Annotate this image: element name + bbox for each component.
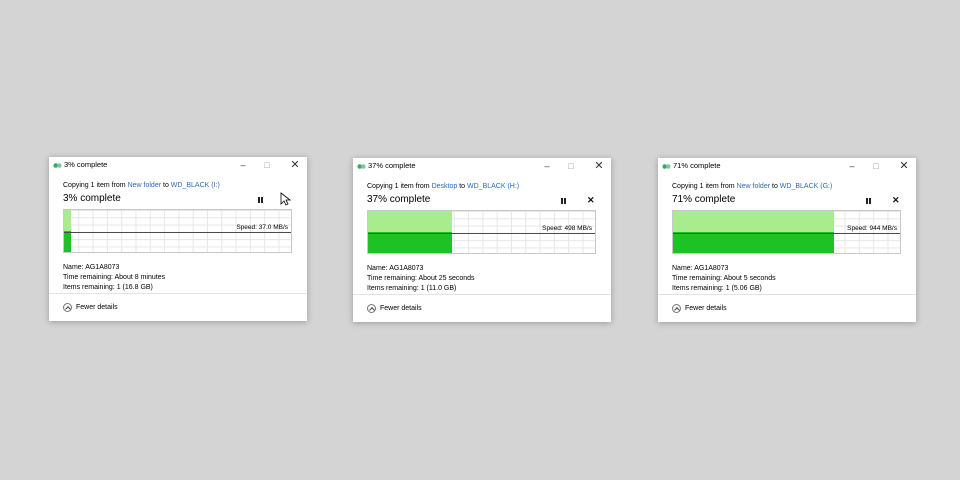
speed-line	[64, 232, 291, 233]
fewer-details-button[interactable]: Fewer details	[672, 302, 727, 314]
window-title: 37% complete	[368, 161, 416, 170]
window-title: 3% complete	[64, 160, 108, 169]
minimize-button[interactable]: –	[846, 160, 858, 172]
copy-description: Copying 1 item from New folder to WD_BLA…	[672, 183, 833, 190]
progress-fill-dark	[368, 232, 452, 253]
close-button[interactable]: ✕	[289, 159, 301, 171]
speed-line	[673, 233, 900, 234]
minimize-button[interactable]: –	[541, 160, 553, 172]
speed-graph: Speed: 944 MB/s	[672, 210, 901, 254]
progress-fill-dark	[64, 231, 71, 252]
progress-fill-dark	[673, 232, 835, 253]
speed-graph: Speed: 498 MB/s	[367, 210, 596, 254]
pause-button[interactable]	[560, 197, 568, 205]
speed-label: Speed: 944 MB/s	[847, 225, 897, 232]
source-link[interactable]: New folder	[128, 182, 161, 189]
fewer-details-button[interactable]: Fewer details	[63, 301, 118, 313]
name-row: Name: AG1A8073	[63, 264, 120, 271]
percent-complete: 37% complete	[367, 194, 431, 205]
name-row: Name: AG1A8073	[367, 265, 424, 272]
pause-icon-bar	[564, 198, 566, 204]
minimize-button[interactable]: –	[237, 159, 249, 171]
cancel-button[interactable]: ✕	[587, 195, 595, 206]
maximize-button[interactable]: □	[870, 160, 882, 172]
maximize-button[interactable]: □	[565, 160, 577, 172]
items-remaining-row: Items remaining: 1 (5.06 GB)	[672, 285, 762, 292]
details-section: Name: AG1A8073 Time remaining: About 5 s…	[672, 264, 776, 294]
chevron-up-icon	[367, 303, 376, 313]
title-bar[interactable]: 3% complete – □ ✕	[49, 157, 307, 174]
destination-link[interactable]: WD_BLACK (G:)	[780, 183, 833, 190]
close-button[interactable]: ✕	[593, 160, 605, 172]
window-title: 71% complete	[673, 161, 721, 170]
cancel-button[interactable]: ✕	[892, 195, 900, 206]
time-remaining-row: Time remaining: About 5 seconds	[672, 275, 776, 282]
fewer-details-button[interactable]: Fewer details	[367, 302, 422, 314]
title-bar[interactable]: 37% complete – □ ✕	[353, 158, 611, 175]
source-link[interactable]: New folder	[737, 183, 770, 190]
pause-icon	[258, 197, 260, 203]
pause-icon-bar	[869, 198, 871, 204]
pause-icon	[866, 198, 868, 204]
maximize-button[interactable]: □	[261, 159, 273, 171]
source-link[interactable]: Desktop	[432, 183, 458, 190]
speed-label: Speed: 498 MB/s	[542, 225, 592, 232]
time-remaining-row: Time remaining: About 25 seconds	[367, 275, 475, 282]
details-section: Name: AG1A8073 Time remaining: About 25 …	[367, 264, 475, 294]
copy-files-icon	[357, 164, 366, 169]
copy-description: Copying 1 item from Desktop to WD_BLACK …	[367, 183, 520, 190]
copy-files-icon	[662, 164, 671, 169]
pause-button[interactable]	[865, 197, 873, 205]
name-row: Name: AG1A8073	[672, 265, 729, 272]
copy-dialog-3: 71% complete – □ ✕ Copying 1 item from N…	[658, 158, 916, 322]
destination-link[interactable]: WD_BLACK (H:)	[467, 183, 519, 190]
details-section: Name: AG1A8073 Time remaining: About 8 m…	[63, 263, 165, 293]
copy-dialog-1: 3% complete – □ ✕ Copying 1 item from Ne…	[49, 157, 307, 321]
divider	[49, 293, 307, 294]
items-remaining-row: Items remaining: 1 (11.0 GB)	[367, 285, 457, 292]
chevron-up-icon	[672, 303, 681, 313]
percent-complete: 3% complete	[63, 193, 121, 204]
divider	[353, 294, 611, 295]
time-remaining-row: Time remaining: About 8 minutes	[63, 274, 166, 281]
items-remaining-row: Items remaining: 1 (16.8 GB)	[63, 284, 153, 291]
pause-icon	[561, 198, 563, 204]
pause-button[interactable]	[257, 196, 265, 204]
copy-dialog-2: 37% complete – □ ✕ Copying 1 item from D…	[353, 158, 611, 322]
pause-icon-bar	[261, 197, 263, 203]
title-bar[interactable]: 71% complete – □ ✕	[658, 158, 916, 175]
close-button[interactable]: ✕	[898, 160, 910, 172]
destination-link[interactable]: WD_BLACK (I:)	[171, 182, 220, 189]
speed-line	[368, 233, 595, 234]
speed-label: Speed: 37.0 MB/s	[236, 224, 288, 231]
percent-complete: 71% complete	[672, 194, 736, 205]
chevron-up-icon	[63, 302, 72, 312]
speed-graph: Speed: 37.0 MB/s	[63, 209, 292, 253]
divider	[658, 294, 916, 295]
copy-files-icon	[53, 163, 62, 168]
mouse-pointer-icon	[280, 192, 292, 206]
copy-description: Copying 1 item from New folder to WD_BLA…	[63, 182, 220, 189]
